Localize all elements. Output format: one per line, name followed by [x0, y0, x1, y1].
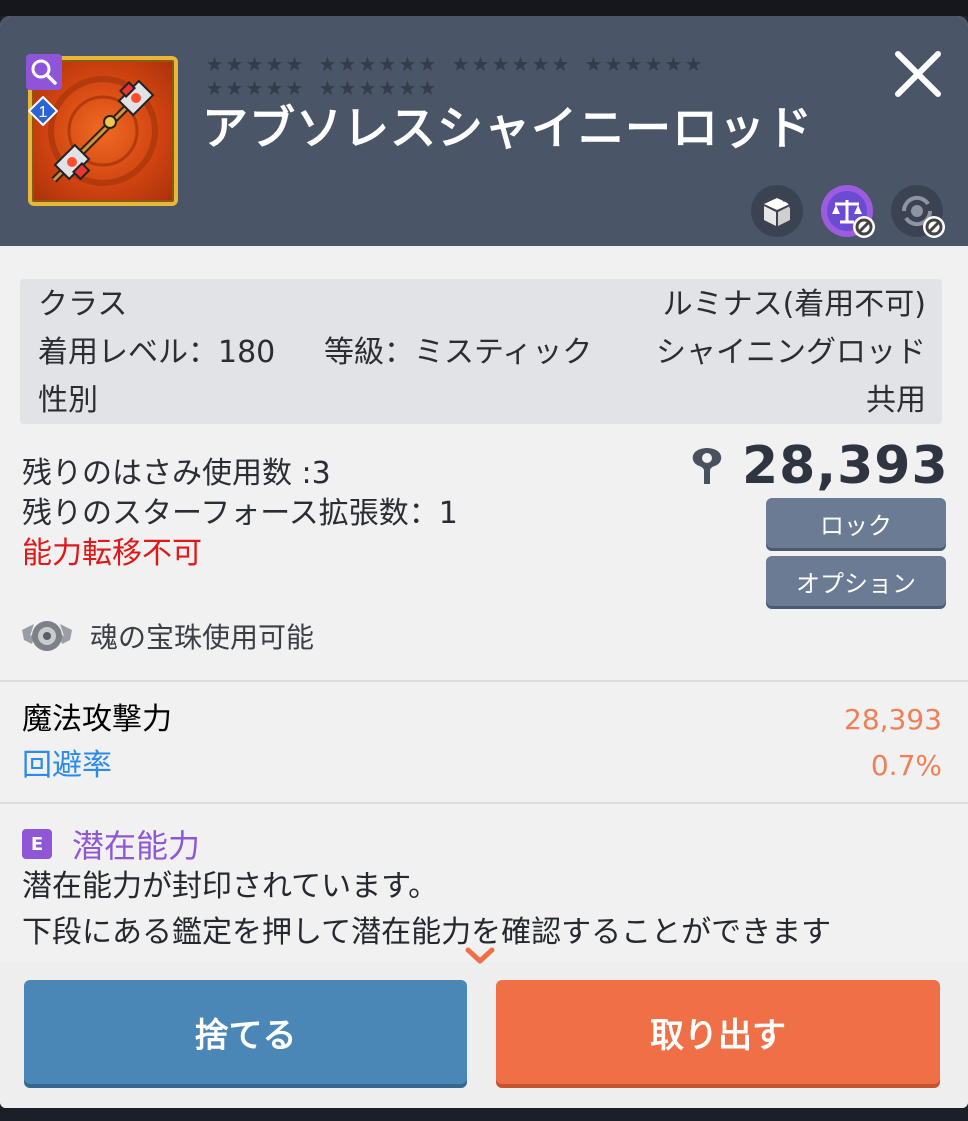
- star-icon: ★: [491, 52, 510, 76]
- star-icon: ★: [664, 52, 683, 76]
- weapon-type: シャイニングロッド: [656, 335, 926, 370]
- scissors-remaining: 残りのはさみ使用数 :3: [22, 456, 331, 491]
- star-icon: ★: [471, 52, 490, 76]
- star-icon: ★: [418, 76, 437, 100]
- star-icon: ★: [338, 76, 357, 100]
- item-info-box: クラス ルミナス(着用不可) 着用レベル：180 等級：ミスティック シャイニン…: [20, 279, 942, 424]
- star-icon: ★: [205, 76, 224, 100]
- star-icon: ★: [398, 52, 417, 76]
- combat-power-icon: [692, 448, 722, 484]
- take-out-button[interactable]: 取り出す: [496, 980, 940, 1084]
- lock-button[interactable]: ロック: [766, 498, 946, 548]
- potential-line-1: 潜在能力が封印されています。: [22, 869, 439, 904]
- gender-value: 共用: [866, 383, 926, 418]
- potential-line-2: 下段にある鑑定を押して潜在能力を確認することができます: [22, 915, 832, 950]
- star-icon: ★: [644, 52, 663, 76]
- close-button[interactable]: [890, 46, 946, 102]
- class-value: ルミナス(着用不可): [662, 287, 926, 322]
- stat-value: 0.7%: [870, 749, 942, 782]
- stat-label: 魔法攻撃力: [22, 702, 172, 737]
- scale-blocked-icon[interactable]: [820, 184, 875, 238]
- discard-button[interactable]: 捨てる: [24, 980, 467, 1084]
- soul-orb-label: 魂の宝珠使用可能: [90, 621, 315, 654]
- star-icon: ★: [225, 76, 244, 100]
- star-icon: ★: [551, 52, 570, 76]
- item-detail-panel: 1 ★ ★ ★ ★ ★ ★ ★ ★ ★ ★ ★ ★ ★ ★ ★ ★ ★ ★ ★ ★ ★ ★ ★ ★ ★ ★ ★ ★ ★ ★ ★ ★ ★…: [0, 16, 968, 1108]
- star-icon: ★: [225, 52, 244, 76]
- potential-title: 潜在能力: [72, 827, 201, 865]
- star-icon: ★: [604, 52, 623, 76]
- combat-power-value: 28,393: [742, 436, 949, 496]
- star-icon: ★: [584, 52, 603, 76]
- gender-label: 性別: [38, 383, 98, 418]
- star-icon: ★: [418, 52, 437, 76]
- star-icon: ★: [531, 52, 550, 76]
- starforce-remaining: 残りのスターフォース拡張数：1: [22, 496, 458, 531]
- potential-header: E 潜在能力: [22, 822, 200, 866]
- soul-orb-row: 魂の宝珠使用可能: [20, 612, 314, 660]
- level-row: 着用レベル：180 等級：ミスティック シャイニングロッド: [38, 333, 926, 373]
- class-row: クラス ルミナス(着用不可): [38, 285, 926, 325]
- star-force-stars: ★ ★ ★ ★ ★ ★ ★ ★ ★ ★ ★ ★ ★ ★ ★ ★ ★ ★ ★ ★ ★ ★ ★ ★ ★ ★ ★ ★ ★ ★ ★ ★ ★ ★: [205, 52, 745, 102]
- star-icon: ★: [265, 52, 284, 76]
- star-icon: ★: [285, 76, 304, 100]
- item-header: 1 ★ ★ ★ ★ ★ ★ ★ ★ ★ ★ ★ ★ ★ ★ ★ ★ ★ ★ ★ ★ ★ ★ ★ ★ ★ ★ ★ ★ ★ ★ ★ ★ ★…: [0, 16, 968, 246]
- required-level: 着用レベル：180: [38, 335, 276, 370]
- stat-value: 28,393: [844, 703, 942, 736]
- option-button[interactable]: オプション: [766, 556, 946, 606]
- chevron-down-icon[interactable]: [464, 944, 496, 966]
- star-icon: ★: [451, 52, 470, 76]
- top-bar: [0, 0, 968, 16]
- item-name: アブソレスシャイニーロッド: [202, 101, 813, 155]
- level-badge-text: 1: [39, 104, 48, 121]
- potential-grade-badge: E: [22, 829, 52, 859]
- close-icon[interactable]: [890, 46, 946, 102]
- transfer-status: 能力転移不可: [22, 536, 202, 571]
- star-icon: ★: [245, 76, 264, 100]
- star-icon: ★: [245, 52, 264, 76]
- star-icon: ★: [358, 52, 377, 76]
- grade: 等級：ミスティック: [324, 335, 593, 370]
- enhance-level-icon: 1: [27, 95, 59, 127]
- star-icon: ★: [338, 52, 357, 76]
- star-icon: ★: [684, 52, 703, 76]
- divider: [0, 802, 968, 804]
- divider: [0, 680, 968, 682]
- class-label: クラス: [38, 287, 128, 322]
- soul-orb-icon: [22, 621, 72, 651]
- box-transfer-icon[interactable]: [750, 184, 804, 238]
- refresh-blocked-icon[interactable]: [890, 184, 945, 238]
- star-icon: ★: [358, 76, 377, 100]
- search-icon[interactable]: [26, 54, 62, 90]
- gender-row: 性別 共用: [38, 381, 926, 421]
- star-icon: ★: [378, 76, 397, 100]
- stat-row-evasion: 回避率 0.7%: [22, 744, 942, 788]
- star-icon: ★: [318, 52, 337, 76]
- star-icon: ★: [285, 52, 304, 76]
- combat-power: 28,393: [686, 436, 949, 496]
- star-icon: ★: [378, 52, 397, 76]
- star-icon: ★: [511, 52, 530, 76]
- stat-label: 回避率: [22, 748, 112, 783]
- star-icon: ★: [265, 76, 284, 100]
- star-icon: ★: [624, 52, 643, 76]
- star-icon: ★: [318, 76, 337, 100]
- star-icon: ★: [398, 76, 417, 100]
- star-icon: ★: [205, 52, 224, 76]
- stat-row-magic-attack: 魔法攻撃力 28,393: [22, 698, 942, 742]
